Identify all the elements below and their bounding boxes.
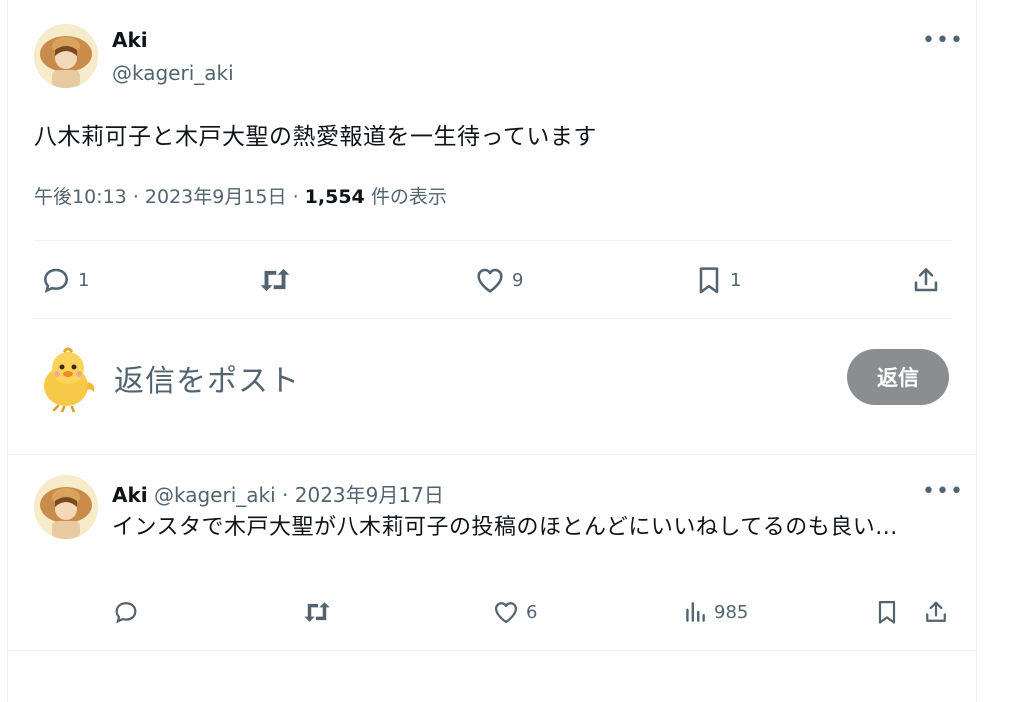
more-icon[interactable]: ••• [922,479,964,504]
bookmark-count: 1 [730,269,742,291]
view-count: 1,554 [304,186,365,208]
divider [34,240,952,241]
author-name[interactable]: Aki [112,28,148,52]
views-icon [686,602,705,622]
timeline-column: Aki @kageri_aki ••• 八木莉可子と木戸大聖の熱愛報道を一生待っ… [7,0,977,702]
views-count: 985 [714,601,749,623]
meta-separator: · [282,483,289,507]
reply-header: Aki @kageri_aki · 2023年9月17日 [112,479,444,508]
reply-author-name[interactable]: Aki [112,483,148,507]
reply-date[interactable]: 2023年9月17日 [295,483,444,507]
views-button[interactable]: 985 [682,598,748,626]
meta-separator: · [132,186,139,208]
bookmark-icon [699,267,719,294]
reply-text: インスタで木戸大聖が八木莉可子の投稿のほとんどにいいねしてるのも良い... [112,515,898,540]
like-button[interactable]: 6 [492,598,537,626]
author-handle[interactable]: @kageri_aki [112,61,234,85]
divider [8,650,976,651]
retweet-button[interactable] [258,264,298,296]
reply-icon [44,268,68,293]
reply-button[interactable] [112,598,146,626]
divider [8,454,976,455]
share-button[interactable] [910,264,942,296]
share-button[interactable] [922,598,950,626]
reply-button[interactable]: 1 [40,264,89,296]
bookmark-icon [878,600,896,624]
heart-icon [477,268,503,293]
reply-count: 1 [78,269,90,291]
more-icon[interactable]: ••• [922,28,964,53]
reply-author-avatar[interactable] [34,475,98,539]
retweet-icon [304,602,330,622]
share-icon [914,268,938,292]
meta-separator: · [292,186,299,208]
share-icon [926,601,946,622]
tweet-text: 八木莉可子と木戸大聖の熱愛報道を一生待っています [34,124,597,150]
tweet-meta: 午後10:13 · 2023年9月15日 · 1,554 件の表示 [34,182,447,209]
bookmark-button[interactable] [874,598,900,626]
retweet-icon [260,268,290,292]
reply-author-handle[interactable]: @kageri_aki [154,483,276,507]
reply-input[interactable]: 返信をポスト [114,356,300,400]
tweet-date[interactable]: 2023年9月15日 [145,186,287,208]
divider [34,318,952,319]
like-count: 6 [526,601,538,623]
current-user-avatar[interactable] [38,346,98,414]
retweet-button[interactable] [302,598,338,626]
author-avatar[interactable] [34,24,98,88]
reply-submit-button[interactable]: 返信 [847,349,949,405]
bookmark-button[interactable]: 1 [694,264,741,296]
view-count-label: 件の表示 [370,186,447,208]
reply-icon [115,602,137,624]
heart-icon [494,602,518,624]
tweet-time[interactable]: 午後10:13 [34,186,127,208]
like-button[interactable]: 9 [474,264,523,296]
like-count: 9 [512,269,524,291]
